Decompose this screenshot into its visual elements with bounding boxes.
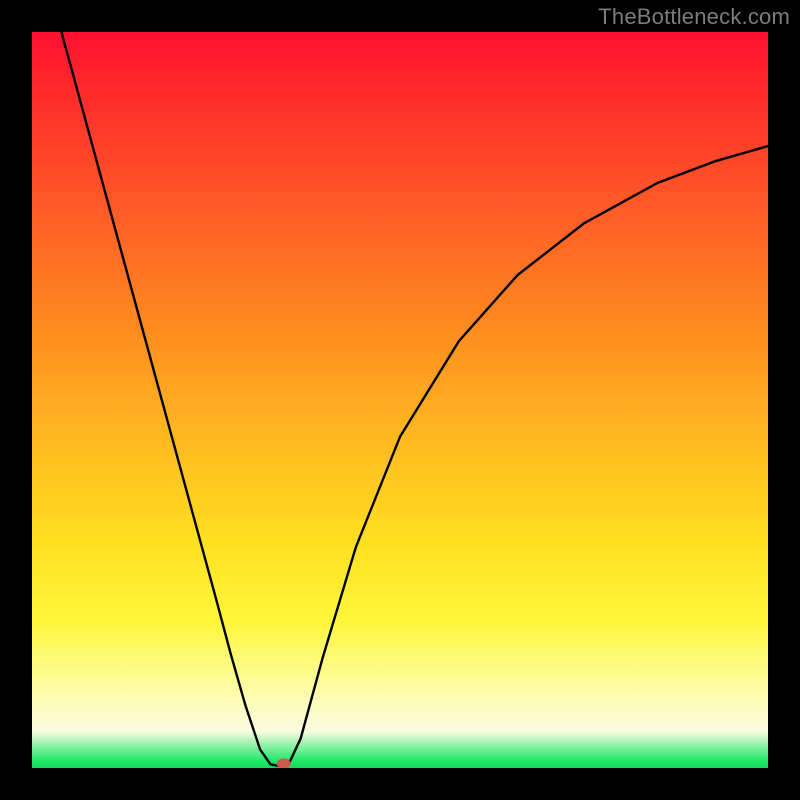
plot-area <box>32 32 768 768</box>
bottleneck-curve <box>61 32 768 766</box>
minimum-marker <box>277 758 291 768</box>
chart-frame: TheBottleneck.com <box>0 0 800 800</box>
curve-layer <box>32 32 768 768</box>
watermark-text: TheBottleneck.com <box>598 4 790 30</box>
